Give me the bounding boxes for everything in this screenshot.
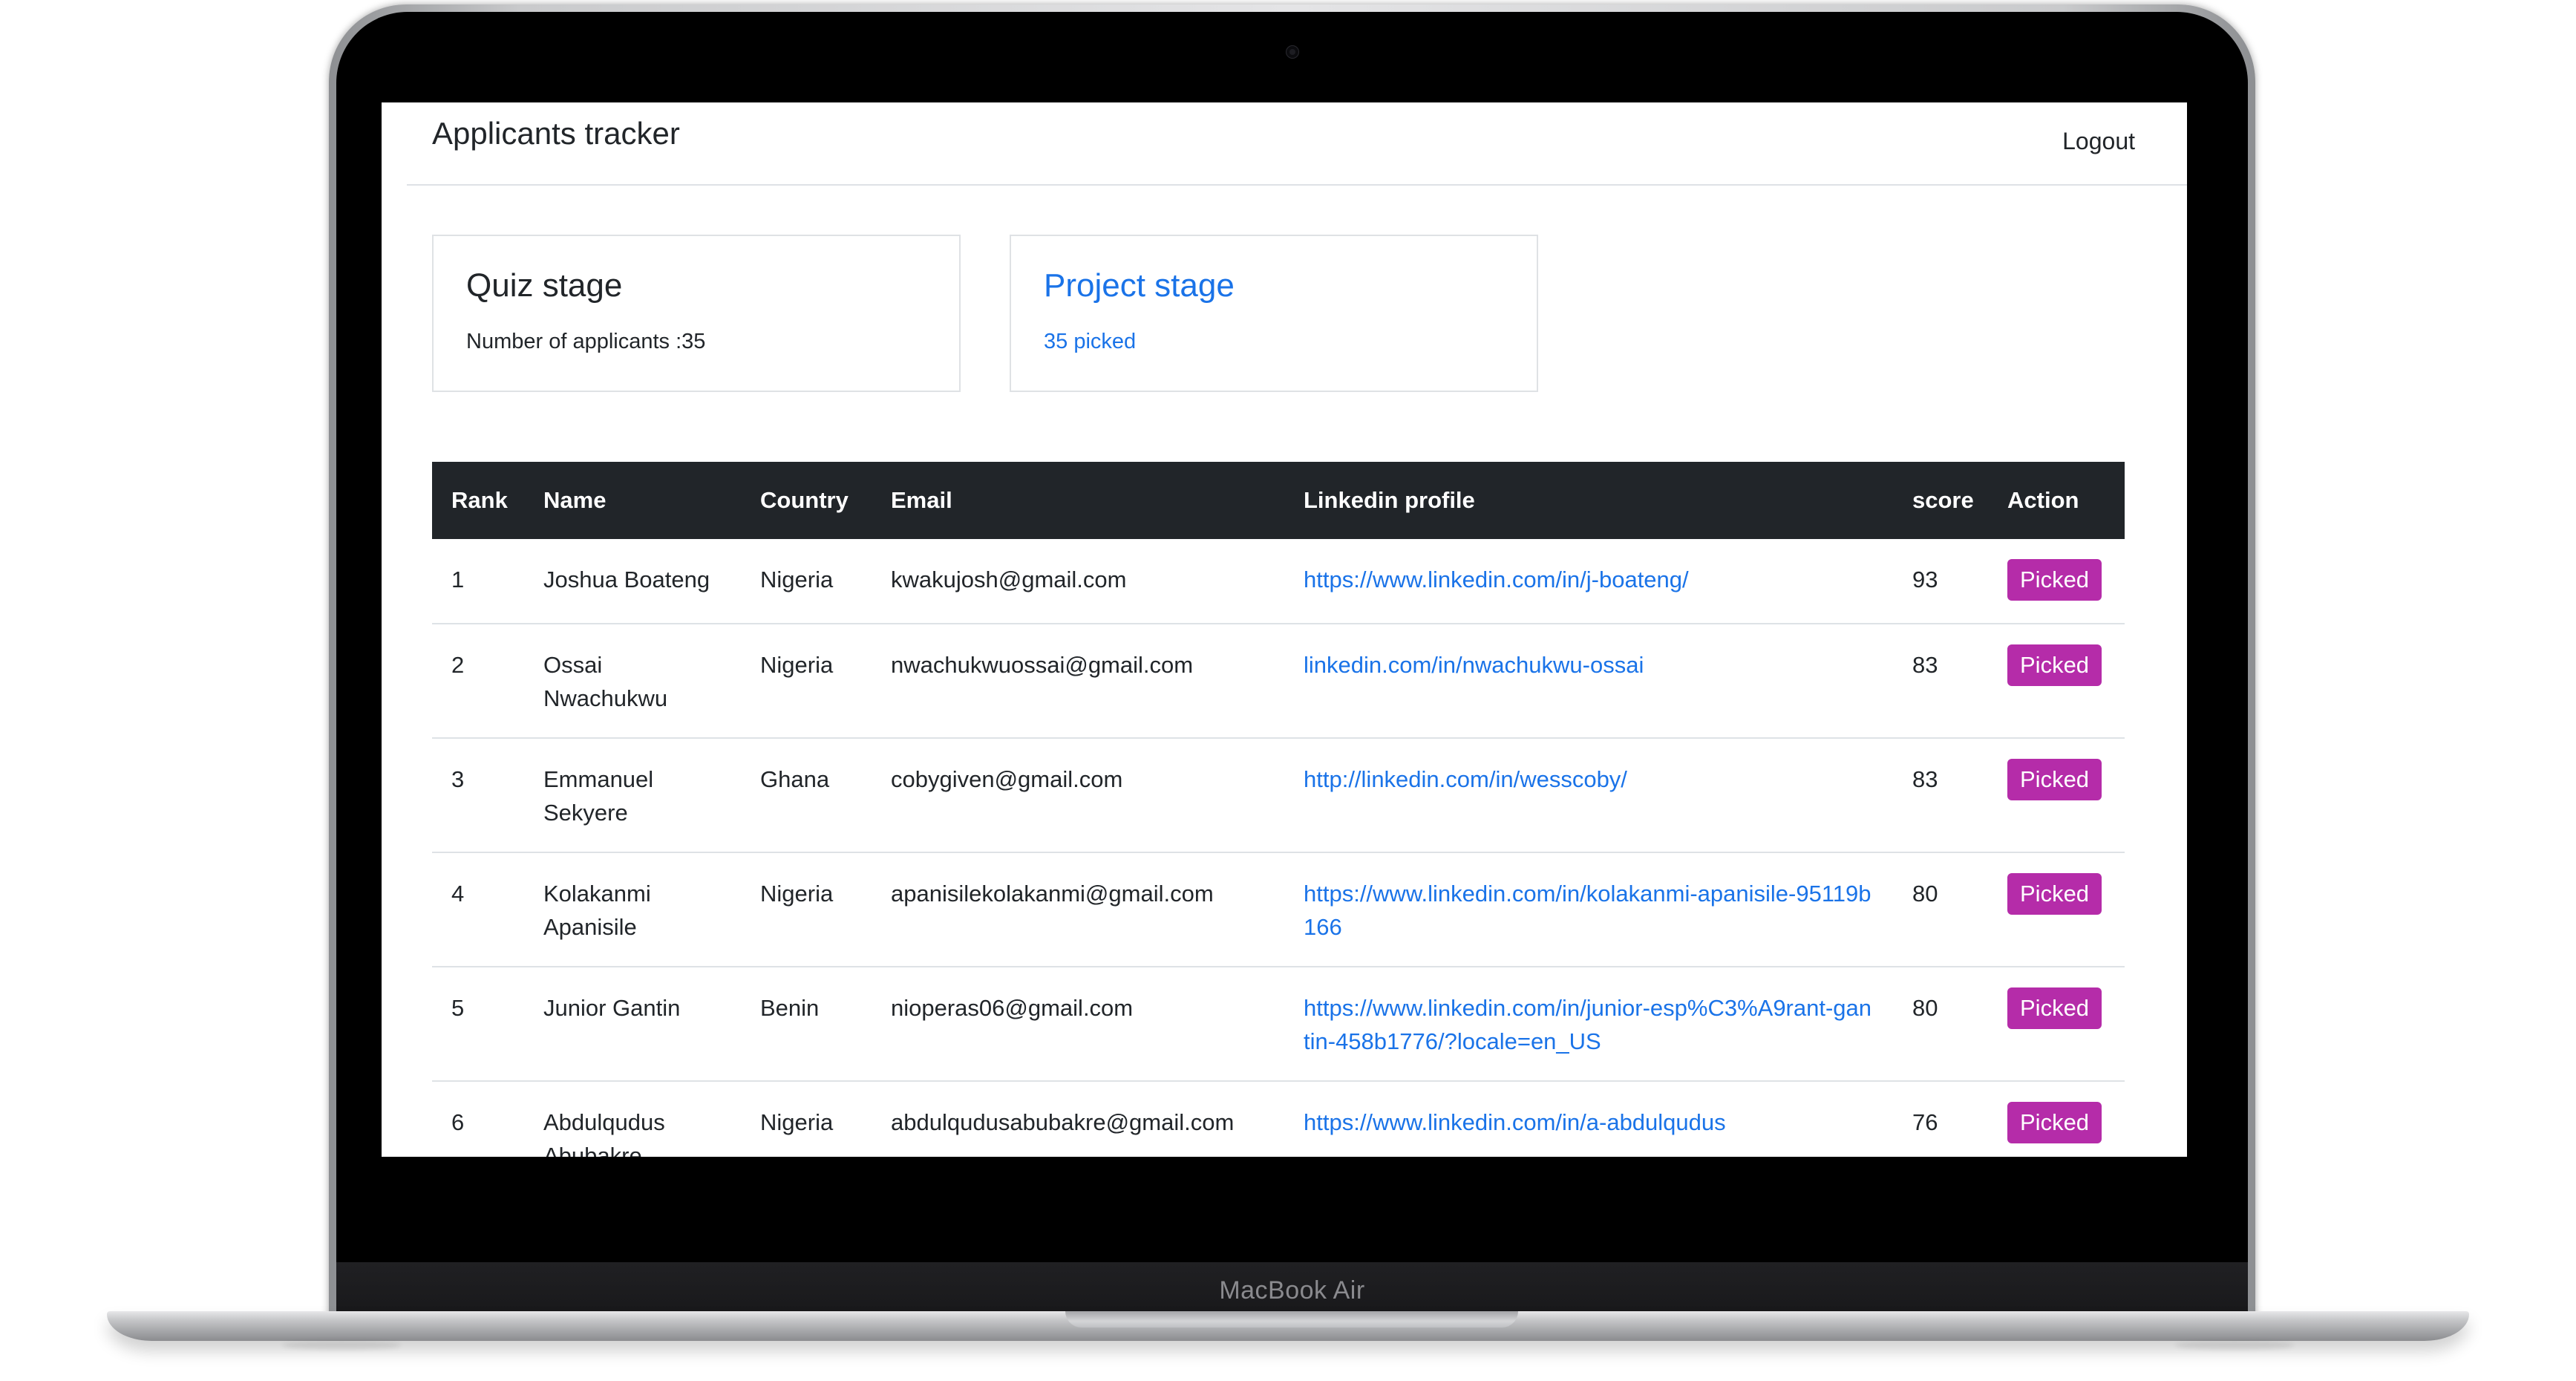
picked-button[interactable]: Picked [2007,759,2102,800]
rank-cell: 2 [432,624,524,739]
action-cell: Picked [1988,738,2125,853]
quiz-stage-card[interactable]: Quiz stage Number of applicants :35 [432,235,961,392]
score-cell: 80 [1893,852,1988,967]
linkedin-cell: linkedin.com/in/nwachukwu-ossai [1284,624,1893,739]
linkedin-cell: https://www.linkedin.com/in/junior-esp%C… [1284,967,1893,1082]
linkedin-link[interactable]: https://www.linkedin.com/in/a-abdulqudus [1304,1109,1726,1135]
name-cell: Abdulqudus Abubakre [524,1081,741,1157]
linkedin-link[interactable]: https://www.linkedin.com/in/j-boateng/ [1304,567,1689,592]
email-cell: abdulqudusabubakre@gmail.com [872,1081,1284,1157]
camera-icon [1287,46,1298,58]
email-cell: nioperas06@gmail.com [872,967,1284,1082]
picked-button[interactable]: Picked [2007,987,2102,1029]
table-row: 4 Kolakanmi Apanisile Nigeria apanisilek… [432,852,2125,967]
linkedin-link[interactable]: http://linkedin.com/in/wesscoby/ [1304,766,1627,792]
email-cell: nwachukwuossai@gmail.com [872,624,1284,739]
table-row: 5 Junior Gantin Benin nioperas06@gmail.c… [432,967,2125,1082]
column-header-country: Country [741,462,872,539]
table-row: 3 Emmanuel Sekyere Ghana cobygiven@gmail… [432,738,2125,853]
linkedin-link[interactable]: linkedin.com/in/nwachukwu-ossai [1304,652,1644,678]
linkedin-link[interactable]: https://www.linkedin.com/in/junior-esp%C… [1304,995,1871,1054]
rank-cell: 3 [432,738,524,853]
country-cell: Nigeria [741,1081,872,1157]
column-header-linkedin: Linkedin profile [1284,462,1893,539]
column-header-action: Action [1988,462,2125,539]
rank-cell: 1 [432,539,524,624]
score-cell: 76 [1893,1081,1988,1157]
score-cell: 93 [1893,539,1988,624]
email-cell: apanisilekolakanmi@gmail.com [872,852,1284,967]
project-stage-title[interactable]: Project stage [1044,267,1235,304]
picked-button[interactable]: Picked [2007,644,2102,686]
linkedin-link[interactable]: https://www.linkedin.com/in/kolakanmi-ap… [1304,881,1871,940]
project-stage-card[interactable]: Project stage 35 picked [1010,235,1538,392]
name-cell: Joshua Boateng [524,539,741,624]
linkedin-cell: http://linkedin.com/in/wesscoby/ [1284,738,1893,853]
picked-button[interactable]: Picked [2007,873,2102,915]
navbar: Applicants tracker Logout [407,102,2187,186]
laptop-foot [282,1341,401,1350]
app-title[interactable]: Applicants tracker [432,116,680,151]
logout-link[interactable]: Logout [2062,128,2135,155]
action-cell: Picked [1988,1081,2125,1157]
rank-cell: 4 [432,852,524,967]
linkedin-cell: https://www.linkedin.com/in/j-boateng/ [1284,539,1893,624]
email-cell: kwakujosh@gmail.com [872,539,1284,624]
project-picked-count[interactable]: 35 picked [1044,330,1136,354]
country-cell: Benin [741,967,872,1082]
rank-cell: 5 [432,967,524,1082]
rank-cell: 6 [432,1081,524,1157]
name-cell: Kolakanmi Apanisile [524,852,741,967]
name-cell: Emmanuel Sekyere [524,738,741,853]
table-row: 6 Abdulqudus Abubakre Nigeria abdulqudus… [432,1081,2125,1157]
action-cell: Picked [1988,539,2125,624]
name-cell: Ossai Nwachukwu [524,624,741,739]
quiz-applicants-count: Number of applicants :35 [466,330,706,353]
column-header-score: score [1893,462,1988,539]
country-cell: Nigeria [741,852,872,967]
name-cell: Junior Gantin [524,967,741,1082]
picked-button[interactable]: Picked [2007,559,2102,601]
action-cell: Picked [1988,852,2125,967]
column-header-rank: Rank [432,462,524,539]
column-header-email: Email [872,462,1284,539]
applicants-table: Rank Name Country Email Linkedin profile… [432,462,2125,1157]
app-screen: Applicants tracker Logout Quiz stage Num… [382,102,2187,1157]
column-header-name: Name [524,462,741,539]
device-label: MacBook Air [336,1262,2248,1319]
lid-notch [1065,1311,1518,1328]
action-cell: Picked [1988,624,2125,739]
table-header: Rank Name Country Email Linkedin profile… [432,462,2125,539]
linkedin-cell: https://www.linkedin.com/in/a-abdulqudus [1284,1081,1893,1157]
country-cell: Nigeria [741,624,872,739]
linkedin-cell: https://www.linkedin.com/in/kolakanmi-ap… [1284,852,1893,967]
country-cell: Ghana [741,738,872,853]
laptop-foot [2175,1341,2294,1350]
quiz-stage-title: Quiz stage [466,267,623,304]
table-row: 1 Joshua Boateng Nigeria kwakujosh@gmail… [432,539,2125,624]
score-cell: 83 [1893,738,1988,853]
picked-button[interactable]: Picked [2007,1102,2102,1143]
score-cell: 80 [1893,967,1988,1082]
device-mockup: MacBook Air Applicants tracker Logout Qu… [0,0,2576,1381]
action-cell: Picked [1988,967,2125,1082]
email-cell: cobygiven@gmail.com [872,738,1284,853]
country-cell: Nigeria [741,539,872,624]
table-row: 2 Ossai Nwachukwu Nigeria nwachukwuossai… [432,624,2125,739]
score-cell: 83 [1893,624,1988,739]
